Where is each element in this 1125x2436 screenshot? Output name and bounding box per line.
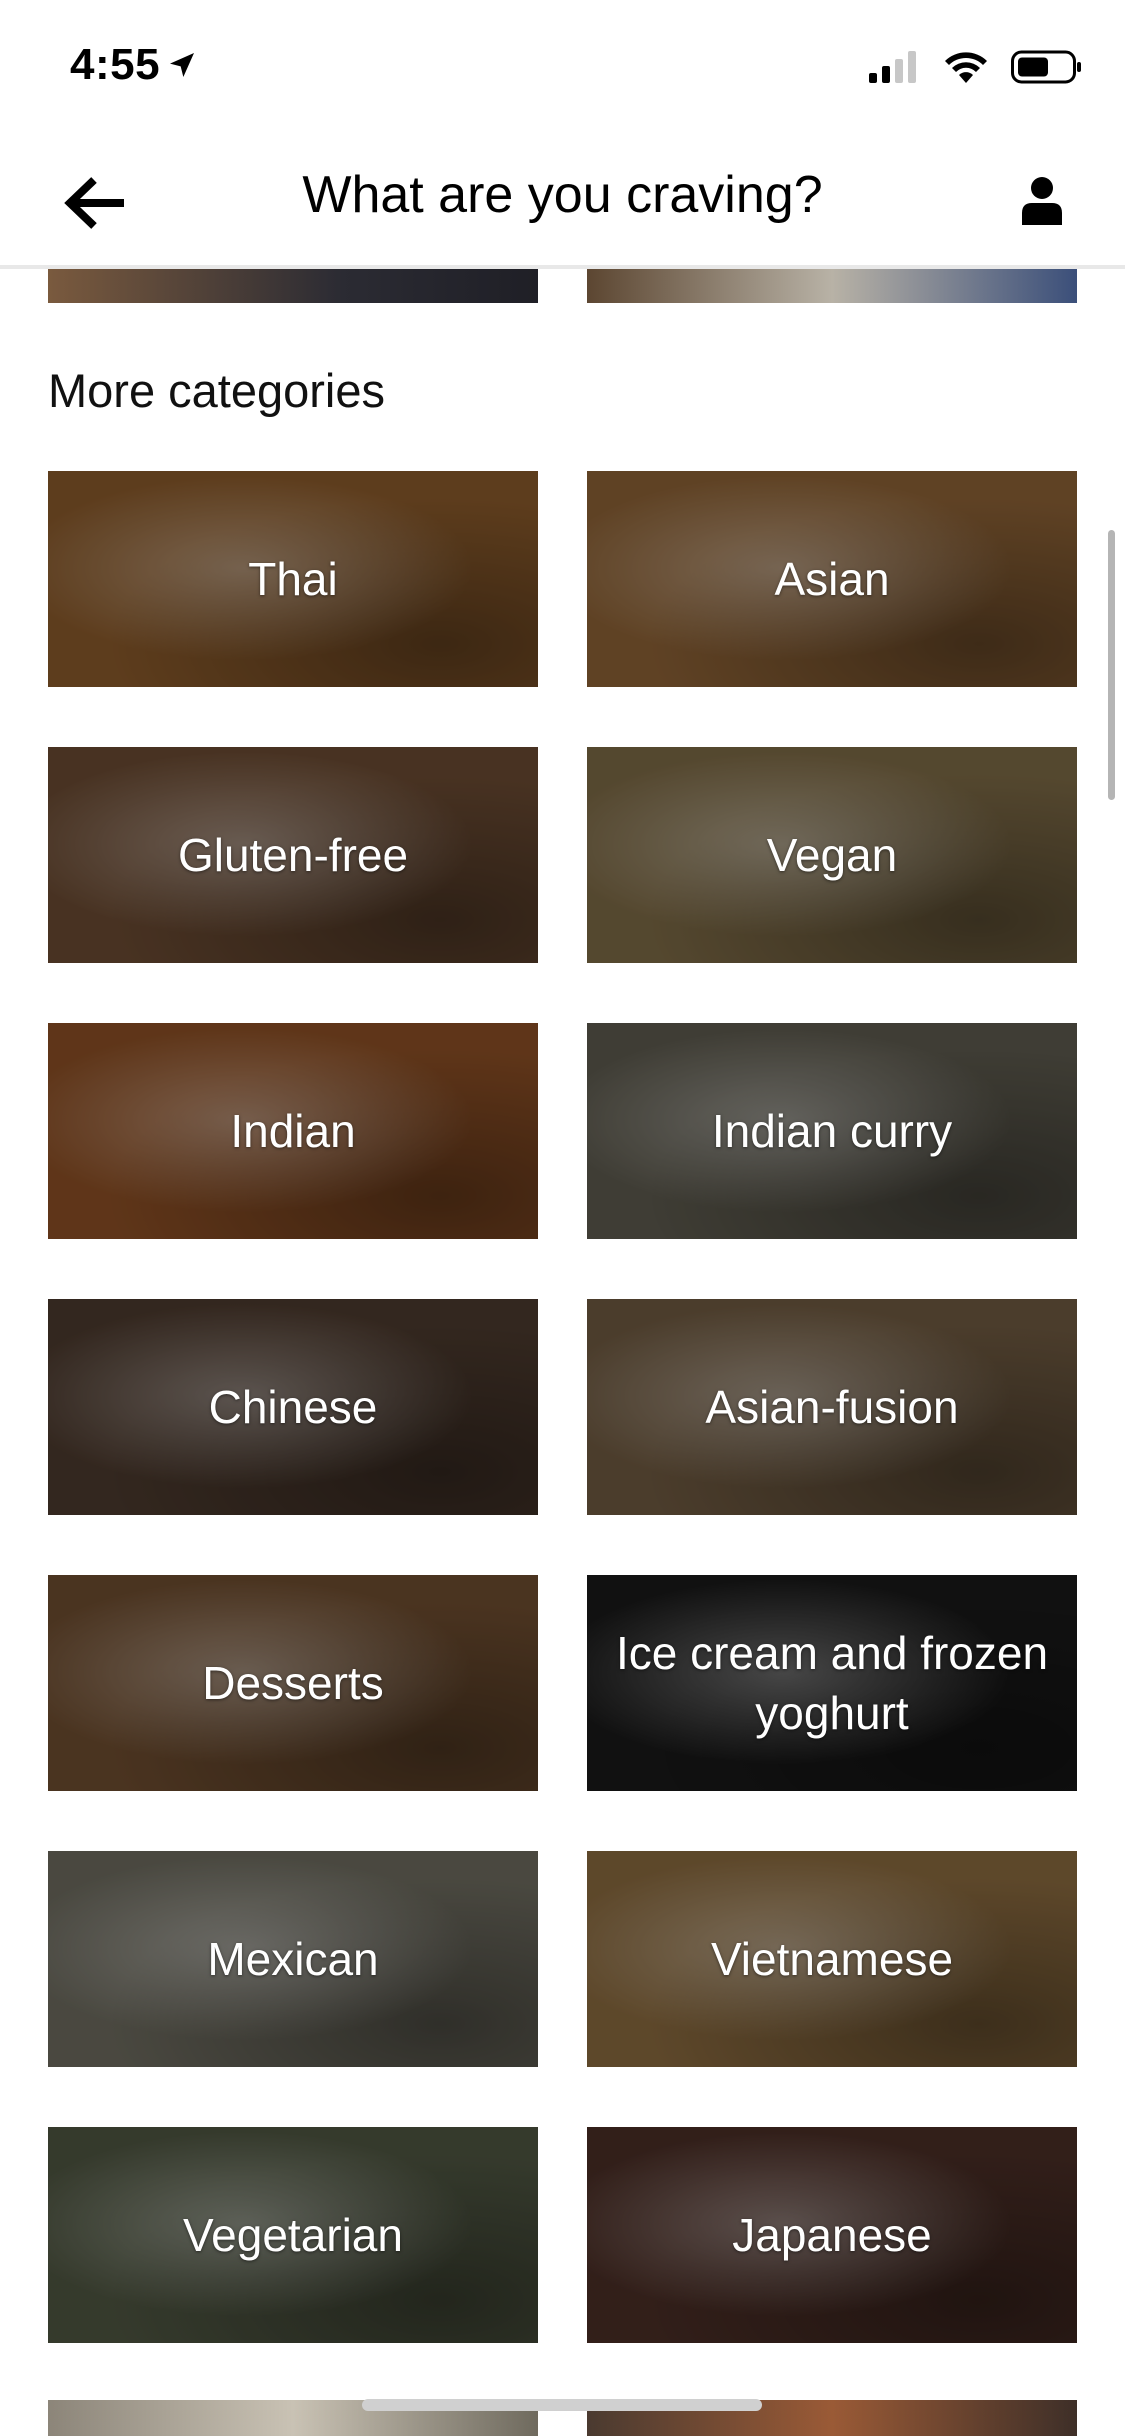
category-tile-asian[interactable]: Asian [587,471,1077,687]
category-tile-gluten-free[interactable]: Gluten-free [48,747,538,963]
category-tile-thai[interactable]: Thai [48,471,538,687]
category-tile-vegan[interactable]: Vegan [587,747,1077,963]
page-title: What are you craving? [302,166,823,224]
user-icon [1022,177,1062,225]
category-tile-indian[interactable]: Indian [48,1023,538,1239]
category-label: Ice cream and frozen yoghurt [615,1627,1049,1739]
category-tile-desserts[interactable]: Desserts [48,1575,538,1791]
category-label: Vegetarian [183,2209,403,2261]
category-tile-japanese[interactable]: Japanese [587,2127,1077,2343]
category-tile-mexican[interactable]: Mexican [48,1851,538,2067]
category-tile-ice-cream[interactable]: Ice cream and frozen yoghurt [587,1575,1077,1791]
category-label: Thai [248,553,338,605]
category-tile-asian-fusion[interactable]: Asian-fusion [587,1299,1077,1515]
previous-tile-left[interactable] [48,269,538,303]
category-label: Chinese [208,1381,378,1433]
category-label: Mexican [207,1933,379,1985]
content-scroll[interactable]: More categories Thai Asian Gluten-free V… [0,269,1125,2436]
category-label: Desserts [202,1657,384,1709]
status-time: 4:55 [70,40,198,90]
category-tile-chinese[interactable]: Chinese [48,1299,538,1515]
category-grid: Thai Asian Gluten-free Vegan Indian Indi… [48,471,1077,2343]
category-label: Vietnamese [710,1933,954,1985]
category-label: Gluten-free [177,829,409,881]
category-label: Asian [774,553,890,605]
category-tile-vietnamese[interactable]: Vietnamese [587,1851,1077,2067]
location-arrow-icon [170,53,195,77]
battery-icon [1011,50,1081,84]
status-time-text: 4:55 [70,40,161,89]
scrollbar[interactable] [1108,530,1115,800]
category-label: Japanese [732,2209,932,2261]
category-label: Indian curry [711,1105,953,1157]
previous-tile-right[interactable] [587,269,1077,303]
status-bar: 4:55 [0,0,1125,135]
category-tile-vegetarian[interactable]: Vegetarian [48,2127,538,2343]
nav-header: What are you craving? [0,135,1125,269]
cellular-signal-icon [869,51,916,83]
category-label: Vegan [766,829,898,881]
category-label: Asian-fusion [705,1381,959,1433]
category-label: Indian [230,1105,356,1157]
category-tile-indian-curry[interactable]: Indian curry [587,1023,1077,1239]
profile-button[interactable] [1007,165,1077,235]
section-heading: More categories [48,364,385,417]
wifi-icon [945,52,987,83]
status-icons [869,50,1083,84]
home-indicator [362,2399,762,2411]
